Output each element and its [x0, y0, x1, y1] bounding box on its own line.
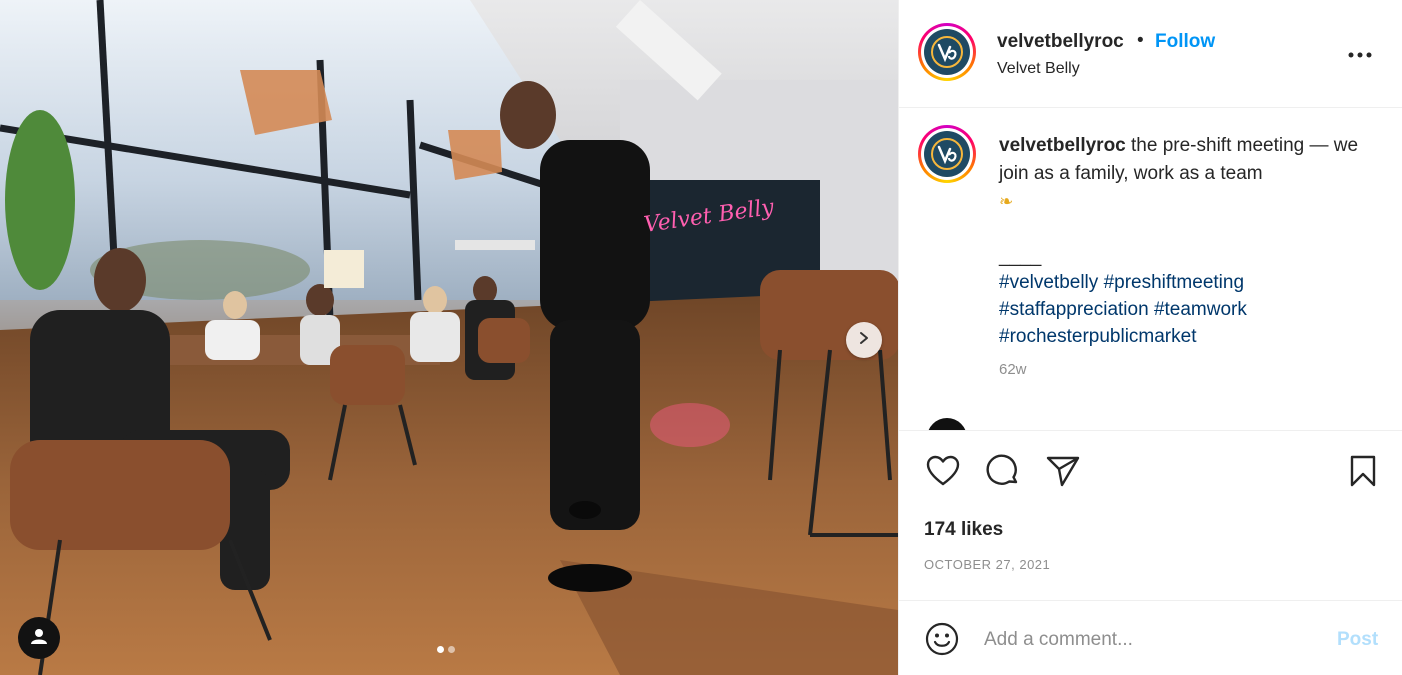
post-photo[interactable]: Velvet Belly: [0, 0, 898, 675]
carousel-dot: [448, 646, 455, 653]
heart-icon: [926, 455, 960, 492]
hashtag[interactable]: #rochesterpublicmarket: [999, 326, 1196, 347]
caption-age: 62w: [999, 361, 1027, 378]
next-photo-button[interactable]: [846, 322, 882, 358]
velvet-belly-logo-icon: [924, 29, 970, 75]
like-count[interactable]: 174 likes: [924, 519, 1003, 541]
like-button[interactable]: [923, 453, 963, 493]
bookmark-icon: [1349, 455, 1377, 492]
author-avatar[interactable]: [918, 23, 976, 81]
caption-avatar[interactable]: [918, 125, 976, 183]
follow-button[interactable]: Follow: [1155, 31, 1215, 53]
hashtag[interactable]: #velvetbelly: [999, 272, 1098, 293]
caption-username[interactable]: velvetbellyroc: [999, 135, 1126, 156]
carousel-dot-active: [437, 646, 444, 653]
more-horizontal-icon: [1348, 45, 1372, 63]
carousel-indicator: [437, 646, 455, 653]
user-tag-icon: [30, 627, 48, 650]
hashtag[interactable]: #teamwork: [1154, 299, 1247, 320]
caption-text: velvetbellyroc the pre-shift meeting — w…: [999, 132, 1359, 216]
emoji-button[interactable]: [922, 621, 962, 661]
more-options-button[interactable]: [1344, 38, 1376, 70]
caption-section: velvetbellyroc the pre-shift meeting — w…: [899, 108, 1402, 430]
author-username[interactable]: velvetbellyroc: [997, 31, 1124, 53]
comment-avatar[interactable]: [927, 418, 967, 430]
header-separator: •: [1137, 30, 1144, 51]
post-actions: 174 likes OCTOBER 27, 2021: [899, 430, 1402, 600]
tagged-users-button[interactable]: [18, 617, 60, 659]
seahorse-icon: ❧: [999, 192, 1014, 211]
post-date: OCTOBER 27, 2021: [924, 557, 1051, 572]
comment-icon: [986, 453, 1020, 493]
comment-form: Post: [899, 600, 1402, 675]
comment-button[interactable]: [983, 453, 1023, 493]
chevron-right-icon: [857, 331, 871, 350]
save-button[interactable]: [1343, 453, 1383, 493]
post-sidebar: velvetbellyroc • Follow Velvet Belly vel…: [898, 0, 1402, 675]
post-comment-button[interactable]: Post: [1337, 629, 1378, 651]
hashtag[interactable]: #preshiftmeeting: [1104, 272, 1244, 293]
comment-input[interactable]: [984, 623, 1304, 657]
paper-plane-icon: [1046, 455, 1080, 492]
velvet-belly-logo-icon: [924, 131, 970, 177]
smiley-icon: [925, 622, 959, 661]
caption-separator-line: ____: [999, 246, 1042, 267]
share-button[interactable]: [1043, 453, 1083, 493]
hashtag-list: #velvetbelly #preshiftmeeting #staffappr…: [999, 269, 1359, 350]
hashtag[interactable]: #staffappreciation: [999, 299, 1149, 320]
post-location[interactable]: Velvet Belly: [997, 60, 1080, 78]
restaurant-photo: Velvet Belly: [0, 0, 898, 675]
post-header: velvetbellyroc • Follow Velvet Belly: [899, 0, 1402, 108]
